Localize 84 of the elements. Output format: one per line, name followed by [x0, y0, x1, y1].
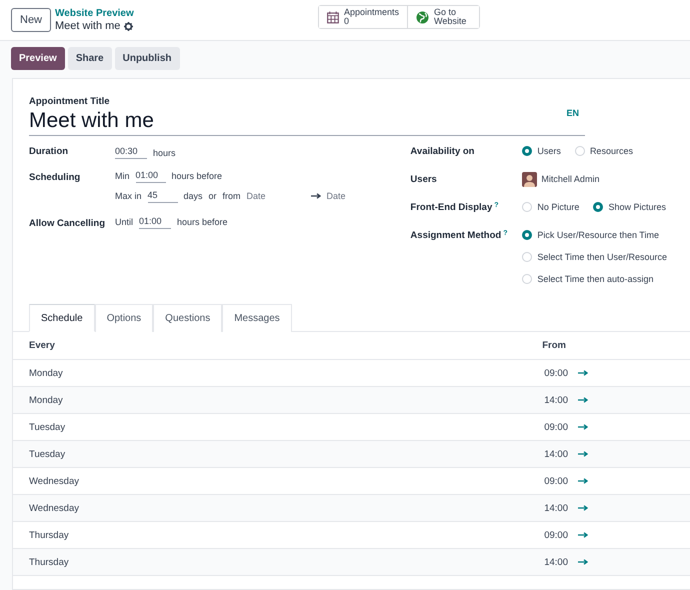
- field-label: Appointment Title: [29, 96, 110, 107]
- radio-button[interactable]: [522, 146, 532, 156]
- tab[interactable]: Options: [94, 304, 154, 332]
- field-text: from: [222, 191, 241, 201]
- table-row[interactable]: Thursday 14:00: [13, 549, 690, 576]
- arrow-icon: [578, 505, 588, 511]
- field-label: Assignment Method: [410, 230, 502, 241]
- field-label: Scheduling: [29, 172, 80, 183]
- field-text: Until: [115, 217, 134, 227]
- table-row[interactable]: Tuesday 14:00: [13, 441, 690, 468]
- breadcrumb-link[interactable]: Website Preview: [55, 8, 134, 20]
- field-label: Availability on: [410, 146, 474, 157]
- tab[interactable]: Messages: [222, 304, 292, 332]
- help-tooltip[interactable]: ?: [503, 230, 508, 241]
- table-cell: Thursday: [29, 530, 69, 540]
- arrow-icon: [310, 193, 321, 199]
- table-cell: 09:00: [544, 530, 568, 540]
- input-field[interactable]: 00:30: [115, 146, 147, 159]
- gear-icon[interactable]: [124, 22, 134, 30]
- table-cell: 14:00: [544, 448, 568, 460]
- table-cell: 09:00: [544, 476, 568, 486]
- arrow-icon: [578, 451, 588, 457]
- table-cell: Tuesday: [29, 448, 66, 460]
- radio-label: Select Time then auto-assign: [537, 274, 654, 284]
- tab[interactable]: Schedule: [29, 304, 95, 332]
- radio-label: Select Time then User/Resource: [537, 252, 667, 262]
- arrow-icon: [578, 532, 588, 538]
- radio-button[interactable]: [522, 230, 532, 240]
- radio-label: Resources: [590, 146, 633, 156]
- table-cell: Thursday: [29, 556, 69, 568]
- table-cell: 09:00: [544, 422, 568, 432]
- title-field[interactable]: Meet with me EN: [29, 107, 585, 136]
- table-cell: 09:00: [544, 368, 568, 378]
- date-field[interactable]: Date: [326, 191, 385, 201]
- input-field[interactable]: 01:00: [136, 170, 166, 182]
- unit-label: hours: [153, 148, 176, 158]
- field-label: Front-End Display: [410, 202, 492, 213]
- avatar-icon: [522, 172, 538, 186]
- table-cell: 14:00: [544, 502, 568, 514]
- unit-label: hours before: [177, 217, 228, 227]
- table-cell: Monday: [29, 368, 63, 378]
- help-tooltip[interactable]: ?: [494, 202, 499, 213]
- table-row[interactable]: Monday 14:00: [13, 387, 690, 414]
- table-cell: Wednesday: [29, 476, 79, 486]
- radio-label: Pick User/Resource then Time: [537, 230, 659, 240]
- field-text: Max in: [115, 191, 142, 201]
- input-field[interactable]: 01:00: [139, 216, 172, 228]
- new-button[interactable]: New: [11, 8, 52, 32]
- globe-icon: [416, 10, 429, 24]
- smart-button[interactable]: Go to Website: [407, 6, 479, 28]
- radio-button[interactable]: [593, 202, 604, 212]
- table-cell: 14:00: [544, 394, 568, 406]
- arrow-icon: [578, 478, 588, 484]
- tab[interactable]: Questions: [153, 304, 222, 332]
- radio-label: Show Pictures: [608, 202, 666, 212]
- radio-label: No Picture: [537, 202, 580, 212]
- unit-label: days: [184, 191, 203, 201]
- table-cell: Wednesday: [29, 502, 79, 514]
- input-field[interactable]: 45: [148, 190, 178, 202]
- table-cell: 14:00: [544, 556, 568, 568]
- radio-label: Users: [537, 146, 561, 156]
- column-header[interactable]: From: [542, 340, 566, 351]
- arrow-icon: [578, 370, 588, 376]
- language-button[interactable]: EN: [560, 107, 585, 119]
- field-text: or: [208, 191, 217, 201]
- arrow-icon: [578, 397, 588, 403]
- date-field[interactable]: Date: [246, 191, 305, 201]
- unit-label: hours before: [172, 171, 222, 181]
- record-name: Meet with me: [55, 20, 120, 32]
- field-label: Duration: [29, 146, 68, 157]
- arrow-icon: [578, 424, 588, 430]
- table-row[interactable]: Wednesday 14:00: [13, 495, 690, 522]
- calendar-icon: [327, 10, 339, 24]
- table-cell: Monday: [29, 394, 63, 406]
- field-text: Min: [115, 171, 130, 181]
- field-label: Users: [410, 174, 437, 185]
- table-cell: Tuesday: [29, 422, 66, 432]
- column-header[interactable]: Every: [29, 340, 55, 351]
- arrow-icon: [578, 559, 588, 565]
- action-button[interactable]: Share: [68, 47, 112, 70]
- user-name[interactable]: Mitchell Admin: [541, 174, 600, 184]
- field-label: Allow Cancelling: [29, 218, 106, 229]
- action-button[interactable]: Unpublish: [114, 47, 180, 70]
- action-button[interactable]: Preview: [11, 47, 65, 70]
